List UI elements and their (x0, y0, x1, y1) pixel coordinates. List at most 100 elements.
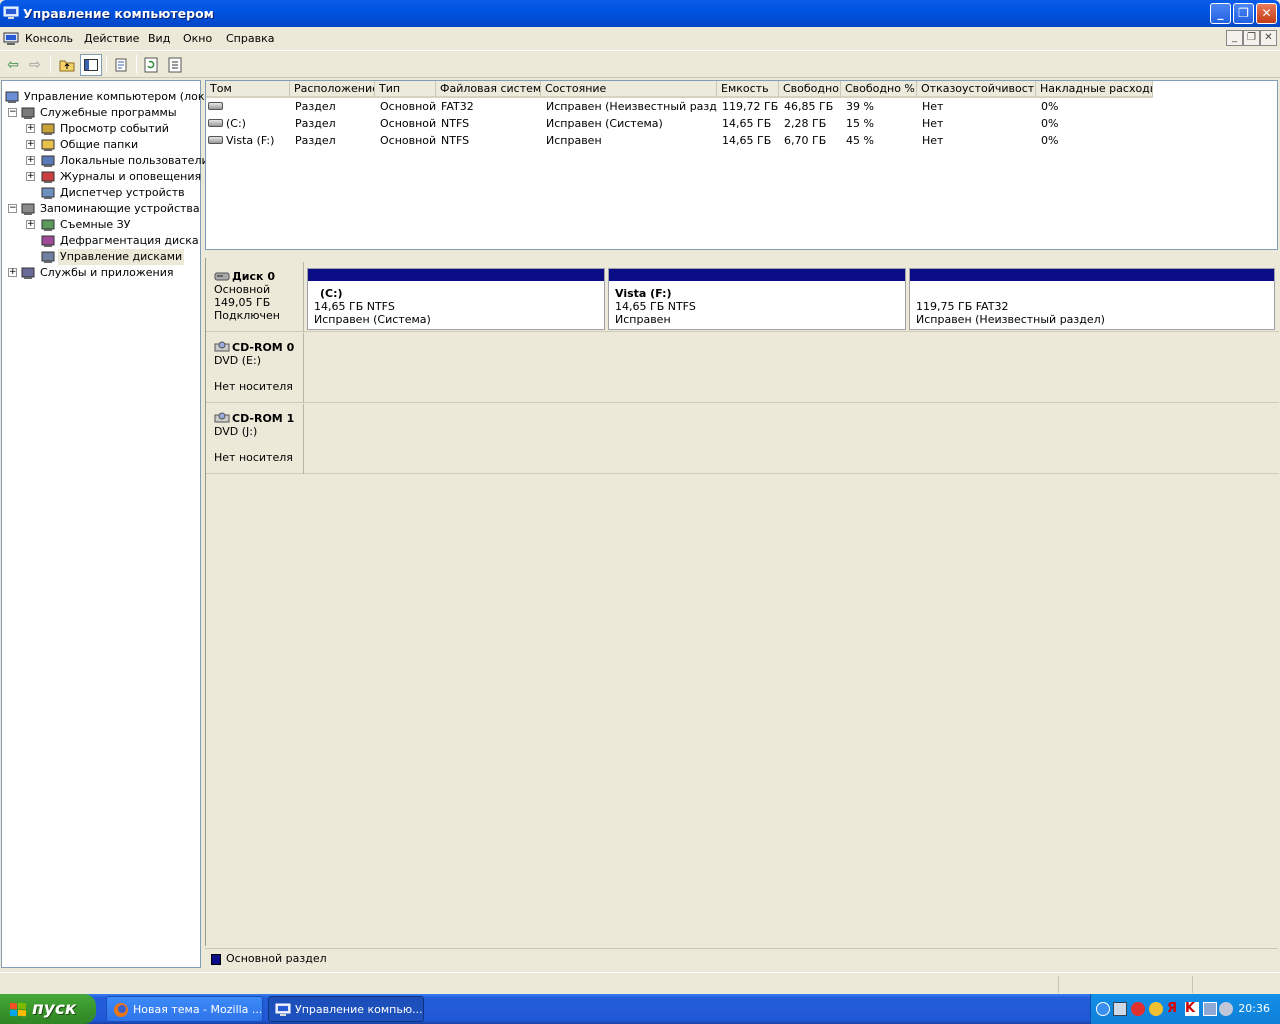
disk-info[interactable]: CD-ROM 0 DVD (E:) Нет носителя (206, 333, 304, 403)
expand-icon[interactable]: + (26, 156, 35, 165)
show-hide-tree-icon[interactable] (80, 54, 102, 76)
disk-info[interactable]: CD-ROM 1 DVD (J:) Нет носителя (206, 404, 304, 474)
mdi-close-button[interactable]: ✕ (1260, 30, 1277, 46)
tree-item[interactable]: + Журналы и оповещения пр (2, 169, 219, 185)
column-header[interactable]: Свободно % (841, 81, 917, 98)
tray-antivirus-icon[interactable] (1131, 1002, 1145, 1016)
system-tray: Я K 20:36 (1090, 994, 1280, 1024)
table-row[interactable]: Раздел Основной FAT32 Исправен (Неизвестный… (206, 98, 1277, 115)
tree-item[interactable]: + Локальные пользователи и (2, 153, 219, 169)
column-header[interactable]: Том (206, 81, 290, 98)
up-folder-icon[interactable] (56, 54, 78, 76)
properties-icon[interactable] (110, 54, 132, 76)
tray-network-icon[interactable] (1113, 1002, 1127, 1016)
column-header[interactable]: Отказоустойчивость (917, 81, 1036, 98)
refresh-icon[interactable] (140, 54, 162, 76)
tree-item[interactable]: Дефрагментация диска (2, 233, 200, 249)
table-cell (226, 98, 290, 115)
start-button[interactable]: пуск (0, 994, 96, 1024)
tree-item-label: Просмотр событий (60, 122, 169, 135)
column-header[interactable]: Состояние (541, 81, 717, 98)
help-icon[interactable] (164, 54, 186, 76)
disk-icon (214, 272, 230, 281)
task-firefox[interactable]: Новая тема - Mozilla ... (106, 996, 263, 1022)
disk-row[interactable]: Диск 0 Основной 149,05 ГБ Подключен (C:) 14,6… (206, 262, 1279, 332)
volume-list[interactable]: Том Расположение Тип Файловая система Состоя… (205, 80, 1278, 250)
removable-storage-icon (40, 217, 56, 233)
tree-item[interactable]: + Общие папки (2, 137, 200, 153)
disk-name: Диск 0 (214, 270, 303, 283)
tree-item-label: Управление компьютером (локаль (24, 90, 225, 103)
table-row[interactable]: Vista (F:) Раздел Основной NTFS Исправен 14,6… (206, 132, 1277, 149)
restore-button[interactable]: ❐ (1233, 3, 1254, 24)
disk-row[interactable]: CD-ROM 1 DVD (J:) Нет носителя (206, 404, 1279, 474)
computer-management-icon (4, 89, 20, 105)
window-titlebar[interactable]: Управление компьютером _ ❐ ✕ (0, 0, 1280, 27)
disk-info[interactable]: Диск 0 Основной 149,05 ГБ Подключен (206, 262, 304, 332)
pane-splitter[interactable] (205, 250, 1278, 258)
table-cell: Исправен (546, 134, 602, 147)
local-users-icon (40, 153, 56, 169)
tree-item[interactable]: Управление компьютером (локаль (2, 89, 225, 105)
disk-type: Основной (214, 283, 271, 296)
tree-item[interactable]: + Съемные ЗУ (2, 217, 200, 233)
table-cell: (C:) (226, 117, 246, 130)
tree-item[interactable]: Управление дисками (2, 249, 200, 265)
computer-management-icon (3, 6, 19, 19)
collapse-icon[interactable]: − (8, 108, 17, 117)
status-bar (0, 972, 1280, 994)
column-header[interactable]: Расположение (290, 81, 375, 98)
tree-item[interactable]: + Службы и приложения (2, 265, 200, 281)
tray-kaspersky-icon[interactable]: K (1185, 1002, 1199, 1016)
menu-view[interactable]: Вид (148, 32, 170, 45)
tray-volume-icon[interactable] (1219, 1002, 1233, 1016)
tray-mail-icon[interactable] (1149, 1002, 1163, 1016)
partition-title: Vista (F:) (615, 287, 672, 300)
table-cell: Раздел (295, 134, 336, 147)
console-tree[interactable]: Управление компьютером (локаль − Служебные… (1, 80, 225, 968)
partition-block[interactable]: Vista (F:) 14,65 ГБ NTFS Исправен (608, 268, 906, 330)
table-row[interactable]: (C:) Раздел Основной NTFS Исправен (Система)… (206, 115, 1277, 132)
expand-icon[interactable]: + (26, 140, 35, 149)
expand-icon[interactable]: + (8, 268, 17, 277)
mdi-restore-button[interactable]: ❐ (1243, 30, 1260, 46)
tray-yandex-icon[interactable]: Я (1167, 1002, 1181, 1016)
column-header[interactable]: Накладные расходы (1036, 81, 1153, 98)
disk-size (214, 367, 303, 380)
tree-item[interactable]: + Просмотр событий (2, 121, 200, 137)
minimize-button[interactable]: _ (1210, 3, 1231, 24)
menu-action[interactable]: Действие (84, 32, 139, 45)
table-cell: Основной (380, 100, 436, 113)
table-cell: 0% (1041, 134, 1059, 147)
tree-item[interactable]: − Служебные программы (2, 105, 200, 121)
expand-icon[interactable]: + (26, 220, 35, 229)
tree-item[interactable]: − Запоминающие устройства (2, 201, 200, 217)
task-computer-management[interactable]: Управление компью... (268, 996, 424, 1022)
column-header[interactable]: Емкость (717, 81, 779, 98)
disk-row[interactable]: CD-ROM 0 DVD (E:) Нет носителя (206, 333, 1279, 403)
table-cell: 0% (1041, 117, 1059, 130)
system-tools-icon (20, 105, 36, 121)
partition-block[interactable]: (C:) 14,65 ГБ NTFS Исправен (Система) (307, 268, 605, 330)
tree-item[interactable]: Диспетчер устройств (2, 185, 200, 201)
column-header[interactable]: Файловая система (436, 81, 541, 98)
disk-status: Подключен (214, 309, 280, 322)
collapse-icon[interactable]: − (8, 204, 17, 213)
window-title: Управление компьютером (23, 6, 214, 21)
mdi-minimize-button[interactable]: _ (1226, 30, 1243, 46)
column-header[interactable]: Тип (375, 81, 436, 98)
close-button[interactable]: ✕ (1256, 3, 1277, 24)
expand-icon[interactable]: + (26, 172, 35, 181)
partition-size: 119,75 ГБ FAT32 (916, 300, 1009, 313)
forward-icon[interactable]: ⇨ (24, 54, 46, 76)
tray-display-icon[interactable] (1203, 1002, 1217, 1016)
tray-expand-icon[interactable] (1096, 1002, 1110, 1016)
menu-window[interactable]: Окно (183, 32, 212, 45)
menu-console[interactable]: Консоль (25, 32, 73, 45)
console-icon[interactable] (3, 31, 19, 47)
menu-help[interactable]: Справка (226, 32, 274, 45)
expand-icon[interactable]: + (26, 124, 35, 133)
partition-block[interactable]: 119,75 ГБ FAT32 Исправен (Неизвестный раз… (909, 268, 1275, 330)
back-icon[interactable]: ⇦ (2, 54, 24, 76)
column-header[interactable]: Свободно (779, 81, 841, 98)
